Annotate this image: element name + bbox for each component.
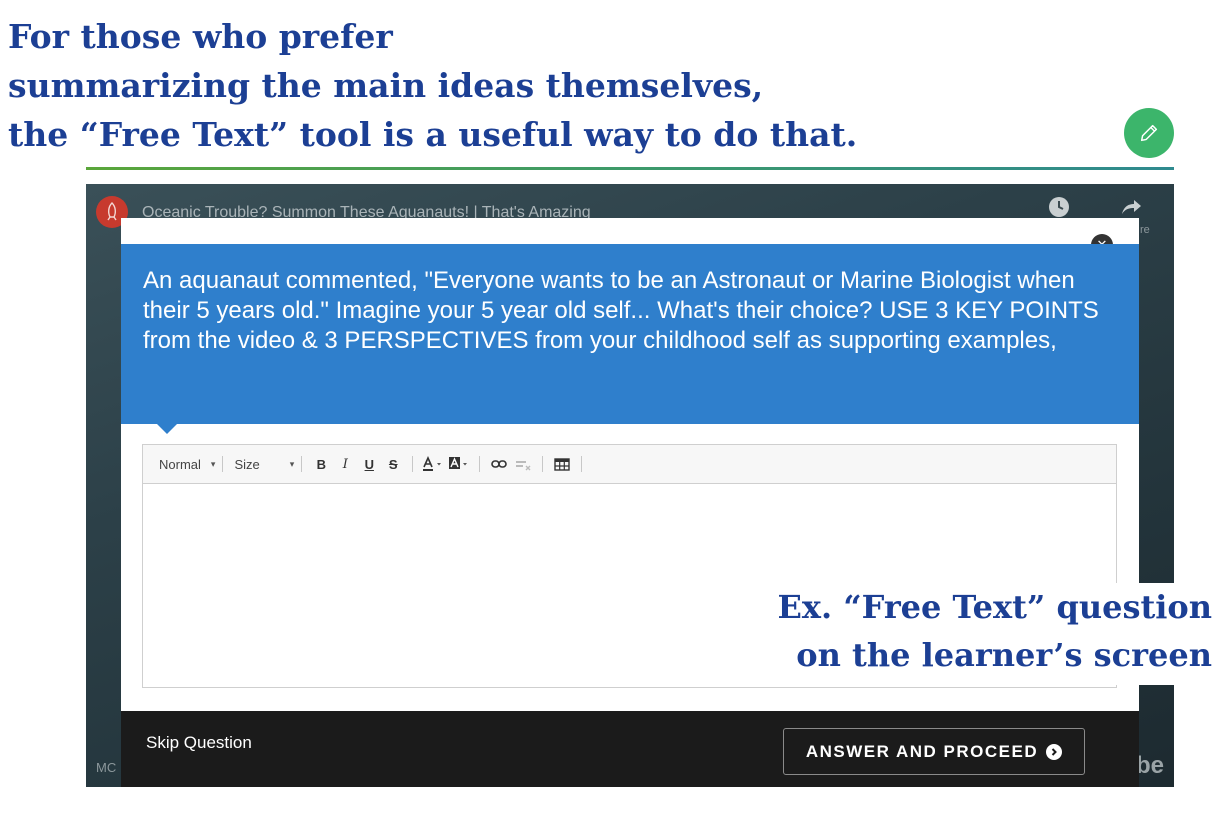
background-color-button[interactable] (448, 454, 470, 474)
callout-line-2: on the learner’s screen (796, 636, 1212, 674)
table-button[interactable] (552, 454, 572, 474)
size-select[interactable]: Size ▾ (230, 457, 294, 472)
strikethrough-button[interactable]: S (383, 454, 403, 474)
video-corner-label: MC (96, 760, 117, 775)
editor-toolbar: Normal ▾ Size ▾ B I U S (143, 445, 1116, 484)
toolbar-separator (301, 456, 303, 472)
headline: For those who prefer summarizing the mai… (8, 12, 857, 159)
edit-button[interactable] (1124, 108, 1174, 158)
answer-button-label: ANSWER AND PROCEED (805, 741, 1039, 761)
link-button[interactable] (489, 454, 509, 474)
prompt-pointer (155, 422, 179, 434)
rocket-icon (107, 202, 117, 221)
skip-question-button[interactable]: Skip Question (146, 733, 252, 753)
youtube-logo-fragment: be (1136, 752, 1165, 779)
link-icon (491, 460, 508, 468)
bold-button[interactable]: B (311, 454, 331, 474)
chevron-down-icon: ▾ (210, 458, 216, 469)
text-color-icon (423, 456, 442, 471)
video-edge-text: re (1140, 224, 1150, 236)
headline-line-1: For those who prefer (8, 17, 393, 56)
text-color-button[interactable] (422, 454, 444, 474)
example-callout: Ex. “Free Text” question on the learner’… (742, 583, 1220, 685)
table-icon (554, 457, 570, 471)
toolbar-separator (412, 456, 414, 472)
watch-later-icon[interactable] (1046, 194, 1072, 220)
toolbar-separator (542, 456, 544, 472)
callout-line-1: Ex. “Free Text” question (777, 588, 1213, 626)
share-icon[interactable] (1118, 194, 1144, 220)
highlight-color-icon (449, 457, 468, 469)
clear-format-icon (516, 461, 531, 471)
pencil-icon (1140, 124, 1158, 142)
modal-footer: Skip Question ANSWER AND PROCEED (121, 711, 1139, 787)
headline-line-3: the “Free Text” tool is a useful way to … (8, 115, 858, 154)
format-select-label: Normal (159, 456, 201, 472)
italic-button[interactable]: I (335, 454, 355, 474)
chevron-down-icon: ▾ (289, 458, 295, 469)
question-modal: ✕ An aquanaut commented, "Everyone wants… (121, 218, 1139, 787)
question-prompt: An aquanaut commented, "Everyone wants t… (121, 244, 1139, 424)
clear-format-button[interactable] (513, 454, 533, 474)
chevron-right-icon (1046, 743, 1063, 760)
toolbar-separator (479, 456, 481, 472)
answer-and-proceed-button[interactable]: ANSWER AND PROCEED (783, 728, 1085, 775)
headline-line-2: summarizing the main ideas themselves, (8, 66, 764, 105)
size-select-label: Size (234, 456, 260, 472)
toolbar-separator (222, 456, 224, 472)
format-select[interactable]: Normal ▾ (155, 457, 215, 472)
toolbar-separator (581, 456, 583, 472)
underline-button[interactable]: U (359, 454, 379, 474)
divider (86, 167, 1174, 170)
